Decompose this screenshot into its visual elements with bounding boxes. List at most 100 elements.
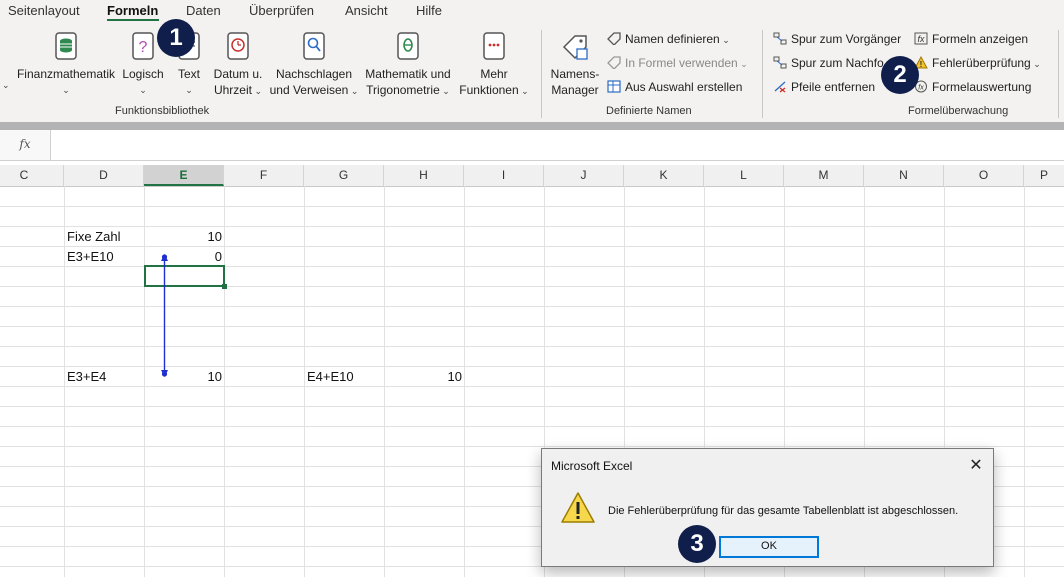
trace-dependents-icon bbox=[773, 56, 787, 69]
column-header-n[interactable]: N bbox=[864, 165, 944, 186]
verweisen-row: und Verweisen ⌄ bbox=[268, 82, 360, 99]
clock-icon bbox=[227, 32, 249, 60]
in-formel-verwenden-label: In Formel verwenden bbox=[625, 56, 738, 70]
mathematik-label: Mathematik und bbox=[365, 67, 451, 81]
spur-zum-vorgaenger-button[interactable]: Spur zum Vorgänger bbox=[773, 32, 901, 46]
fehlerueberpruefung-button[interactable]: ! Fehlerüberprüfung ⌄ bbox=[914, 55, 1041, 70]
tab-ansicht[interactable]: Ansicht bbox=[345, 3, 388, 18]
finance-icon bbox=[55, 32, 77, 60]
trace-arrow bbox=[161, 254, 168, 377]
column-header-k[interactable]: K bbox=[624, 165, 704, 186]
funktionen-label: Funktionen bbox=[459, 83, 519, 97]
uhrzeit-row: Uhrzeit ⌄ bbox=[210, 82, 266, 99]
chevron-down-icon: ⌄ bbox=[139, 85, 147, 95]
group-label-formelueberwachung: Formelüberwachung bbox=[908, 105, 1009, 117]
datum-uhrzeit-button[interactable]: Datum u. Uhrzeit ⌄ bbox=[210, 30, 266, 110]
spur-zum-nachfolger-button[interactable]: Spur zum Nachfo bbox=[773, 56, 884, 70]
formelauswertung-label: Formelauswertung bbox=[932, 80, 1032, 94]
tag-icon bbox=[607, 32, 621, 46]
aus-auswahl-erstellen-button[interactable]: Aus Auswahl erstellen bbox=[607, 80, 742, 94]
ribbon-collapse-bar bbox=[0, 122, 1064, 130]
chevron-down-icon: ⌄ bbox=[251, 86, 263, 96]
finanzmathematik-label: Finanzmathematik bbox=[16, 67, 116, 81]
name-tag-icon bbox=[562, 35, 588, 60]
chevron-down-icon[interactable]: ⌄ bbox=[2, 80, 10, 91]
chevron-down-icon: ⌄ bbox=[719, 35, 730, 45]
active-tab-indicator bbox=[107, 19, 159, 21]
step-badge-1: 1 bbox=[157, 19, 195, 57]
cell-d-fixe-zahl[interactable]: Fixe Zahl bbox=[67, 227, 120, 247]
trigonometrie-label: Trigonometrie bbox=[366, 83, 440, 97]
formelauswertung-button[interactable]: fx Formelauswertung bbox=[914, 80, 1031, 94]
tab-ueberpruefen[interactable]: Überprüfen bbox=[249, 3, 314, 18]
tab-daten[interactable]: Daten bbox=[186, 3, 221, 18]
dialog-title: Microsoft Excel bbox=[551, 459, 633, 473]
column-header-c[interactable]: C bbox=[0, 165, 64, 186]
funktionen-row: Funktionen ⌄ bbox=[456, 82, 532, 99]
spur-zum-nachfolger-label: Spur zum Nachfo bbox=[791, 56, 884, 70]
remove-arrows-icon bbox=[773, 80, 787, 93]
column-header-m[interactable]: M bbox=[784, 165, 864, 186]
nachschlagen-label: Nachschlagen bbox=[275, 67, 353, 81]
cell-d-e3e10[interactable]: E3+E10 bbox=[67, 247, 114, 267]
svg-text:!: ! bbox=[920, 60, 923, 69]
column-header-e[interactable]: E bbox=[144, 165, 224, 186]
column-header-h[interactable]: H bbox=[384, 165, 464, 186]
datum-label: Datum u. bbox=[213, 67, 263, 81]
group-label-funktionsbibliothek: Funktionsbibliothek bbox=[115, 105, 210, 117]
svg-text:?: ? bbox=[139, 39, 148, 56]
manager-label: Manager bbox=[551, 83, 599, 97]
namen-definieren-button[interactable]: Namen definieren ⌄ bbox=[607, 32, 730, 46]
close-icon[interactable]: ✕ bbox=[965, 455, 987, 475]
mehr-funktionen-button[interactable]: Mehr Funktionen ⌄ bbox=[456, 30, 532, 110]
formula-bar[interactable] bbox=[0, 130, 1064, 161]
spur-zum-vorgaenger-label: Spur zum Vorgänger bbox=[791, 32, 902, 46]
tab-hilfe[interactable]: Hilfe bbox=[416, 3, 442, 18]
column-header-bar: C D E F G H I J K L M N O P bbox=[0, 165, 1064, 187]
column-header-j[interactable]: J bbox=[544, 165, 624, 186]
dialog-message: Die Fehlerüberprüfung für das gesamte Ta… bbox=[608, 505, 959, 517]
ok-button[interactable]: OK bbox=[719, 536, 819, 558]
column-header-g[interactable]: G bbox=[304, 165, 384, 186]
in-formel-verwenden-button[interactable]: In Formel verwenden ⌄ bbox=[607, 56, 748, 70]
grid-line bbox=[0, 426, 1064, 427]
create-from-selection-icon bbox=[607, 80, 621, 93]
divider bbox=[1058, 30, 1059, 118]
cell-e-fixe-zahl[interactable]: 10 bbox=[144, 227, 222, 247]
nachschlagen-button[interactable]: Nachschlagen und Verweisen ⌄ bbox=[268, 30, 360, 110]
column-header-l[interactable]: L bbox=[704, 165, 784, 186]
column-header-i[interactable]: I bbox=[464, 165, 544, 186]
chevron-down-icon: ⌄ bbox=[518, 86, 529, 96]
text-label: Text bbox=[177, 67, 200, 81]
insert-function-icon[interactable]: fx bbox=[0, 130, 51, 160]
tag-icon bbox=[607, 56, 621, 70]
tab-formeln[interactable]: Formeln bbox=[107, 3, 158, 18]
fehlerueberpruefung-label: Fehlerüberprüfung bbox=[932, 56, 1031, 70]
column-header-f[interactable]: F bbox=[224, 165, 304, 186]
svg-text:fx: fx bbox=[918, 85, 924, 92]
verweisen-label: und Verweisen bbox=[269, 83, 349, 97]
group-label-definierte-namen: Definierte Namen bbox=[606, 105, 692, 117]
cell-h-e4e10[interactable]: 10 bbox=[384, 367, 462, 387]
step-badge-2: 2 bbox=[881, 56, 919, 94]
column-header-p[interactable]: P bbox=[1024, 165, 1064, 186]
pfeile-entfernen-button[interactable]: Pfeile entfernen bbox=[773, 80, 875, 94]
namens-manager-button[interactable]: Namens- Manager bbox=[548, 30, 602, 110]
magnifier-icon bbox=[303, 32, 325, 60]
column-header-o[interactable]: O bbox=[944, 165, 1024, 186]
cell-g-e4e10[interactable]: E4+E10 bbox=[307, 367, 354, 387]
finanzmathematik-button[interactable]: Finanzmathematik ⌄ bbox=[16, 30, 116, 110]
cell-d-e3e4[interactable]: E3+E4 bbox=[67, 367, 106, 387]
formeln-anzeigen-button[interactable]: fx Formeln anzeigen bbox=[914, 32, 1028, 46]
mathematik-button[interactable]: Mathematik und Trigonometrie ⌄ bbox=[360, 30, 456, 110]
more-functions-icon bbox=[483, 32, 505, 60]
tab-seitenlayout[interactable]: Seitenlayout bbox=[8, 3, 80, 18]
chevron-down-icon: ⌄ bbox=[737, 59, 748, 69]
chevron-down-icon: ⌄ bbox=[185, 85, 193, 95]
grid-line bbox=[1024, 186, 1025, 577]
divider bbox=[541, 30, 542, 118]
fill-handle[interactable] bbox=[222, 284, 227, 289]
grid-line bbox=[224, 186, 225, 577]
trace-precedents-icon bbox=[773, 32, 787, 45]
column-header-d[interactable]: D bbox=[64, 165, 144, 186]
